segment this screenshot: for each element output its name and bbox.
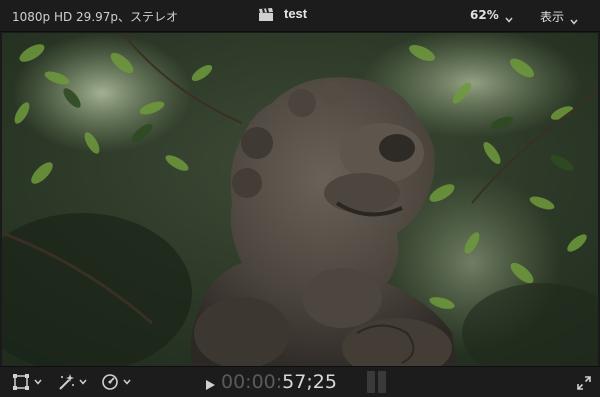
chevron-down-icon (570, 14, 578, 25)
timecode-prefix: 00:00: (221, 371, 283, 393)
zoom-dropdown[interactable]: 62% (470, 8, 513, 23)
chevron-down-icon (79, 379, 87, 385)
speedometer-icon (102, 374, 118, 390)
chevron-down-icon (505, 12, 513, 23)
video-frame[interactable] (2, 33, 598, 366)
transform-icon (13, 374, 29, 390)
view-label: 表示 (540, 10, 565, 24)
viewer-header: 1080p HD 29.97p、ステレオ test 62% 表示 (0, 0, 600, 32)
chevron-down-icon (123, 379, 131, 385)
viewer-footer: 00:00:57;25 (0, 366, 600, 397)
video-image (2, 33, 598, 366)
play-button[interactable] (204, 376, 216, 395)
fullscreen-icon (577, 376, 591, 390)
audio-meter-right (378, 371, 386, 393)
audio-meter-left (367, 371, 375, 393)
format-info: 1080p HD 29.97p、ステレオ (12, 10, 179, 24)
project-title: test (284, 6, 308, 21)
zoom-value: 62% (470, 8, 499, 22)
audio-meters (367, 371, 386, 393)
fullscreen-button[interactable] (577, 375, 591, 394)
title-group: test (258, 6, 307, 21)
chevron-down-icon (34, 379, 42, 385)
clapperboard-icon (258, 7, 274, 21)
transform-tool-button[interactable] (12, 373, 42, 391)
enhance-tool-button[interactable] (57, 373, 87, 391)
retime-tool-button[interactable] (101, 373, 131, 391)
play-icon (206, 380, 215, 390)
magic-wand-icon (59, 374, 74, 390)
view-dropdown[interactable]: 表示 (540, 8, 578, 25)
timecode-display[interactable]: 00:00:57;25 (221, 371, 337, 393)
timecode-value: 57;25 (282, 371, 337, 393)
